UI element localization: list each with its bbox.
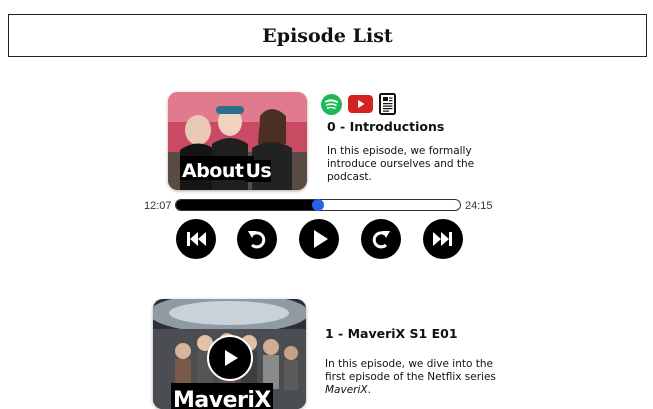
progress-knob[interactable] (312, 199, 324, 211)
play-icon (225, 350, 238, 366)
page-header: Episode List (8, 14, 647, 57)
youtube-icon[interactable] (348, 95, 373, 118)
episode-thumbnail[interactable]: MaveriX (153, 299, 306, 409)
play-icon (314, 230, 328, 248)
episode-title[interactable]: 1 - MaveriX S1 E01 (325, 326, 458, 341)
play-button[interactable] (299, 219, 339, 259)
progress-track[interactable] (175, 199, 461, 211)
skip-back-icon (187, 232, 206, 246)
thumb-title: MaveriX (173, 388, 271, 409)
rewind-icon (248, 231, 266, 249)
platform-links (321, 93, 396, 120)
page-title: Episode List (262, 24, 393, 47)
forward-icon (372, 231, 390, 249)
skip-forward-icon (433, 232, 452, 246)
current-time: 12:07 (144, 200, 172, 212)
episode-title[interactable]: 0 - Introductions (327, 119, 444, 134)
rewind-button[interactable] (237, 219, 277, 259)
transcript-icon[interactable] (379, 93, 396, 120)
forward-button[interactable] (361, 219, 401, 259)
episode-description: In this episode, we dive into the first … (325, 358, 496, 396)
progress-fill (176, 200, 318, 210)
episode-description: In this episode, we formally introduce o… (327, 145, 475, 183)
spotify-icon[interactable] (321, 93, 342, 120)
thumb-title: About Us (182, 160, 272, 182)
skip-back-button[interactable] (176, 219, 216, 259)
series-title: MaveriX (325, 384, 368, 396)
total-time: 24:15 (465, 200, 493, 212)
play-overlay-button[interactable] (207, 335, 253, 381)
episode-thumbnail[interactable]: About Us (168, 92, 307, 190)
skip-forward-button[interactable] (423, 219, 463, 259)
